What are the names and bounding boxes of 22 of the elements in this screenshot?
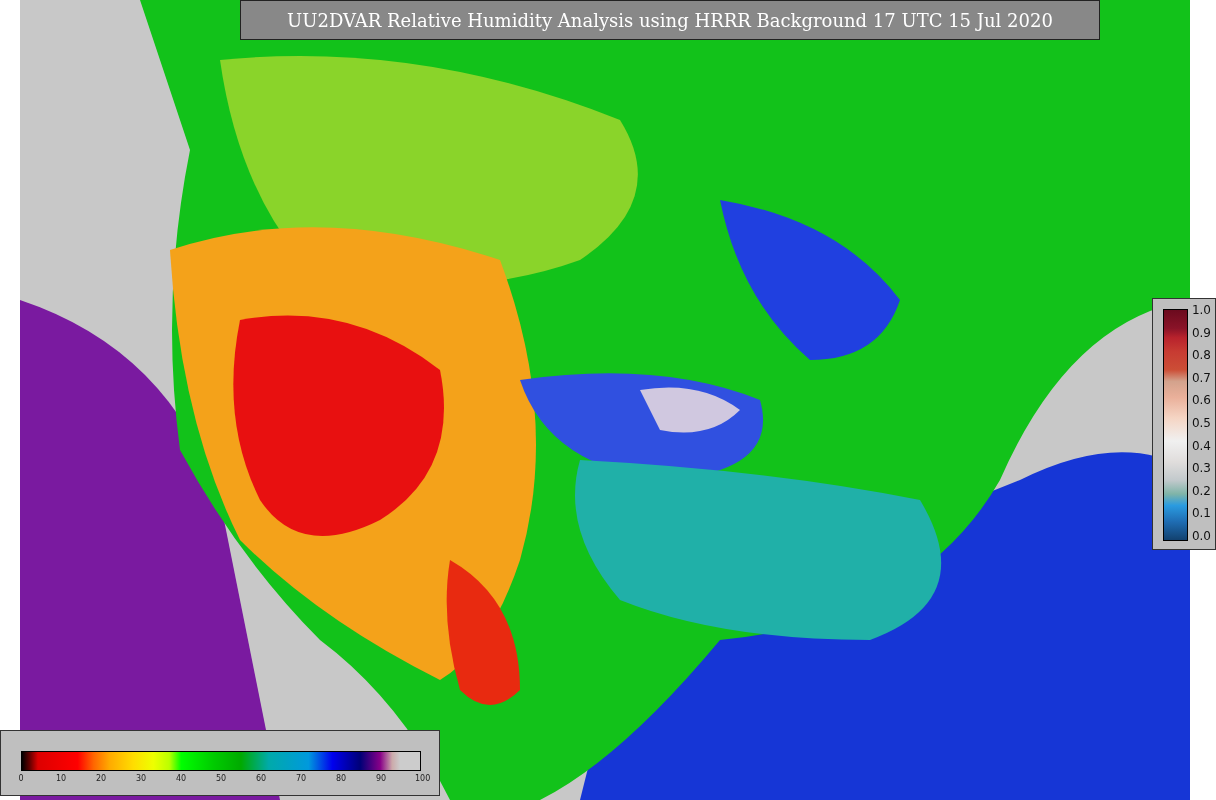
tick-label: 50 (215, 774, 227, 783)
tick-label: 40 (175, 774, 187, 783)
tick-label: 30 (135, 774, 147, 783)
tick-label: 0.2 (1191, 483, 1211, 498)
tick-label: 0 (17, 774, 25, 783)
tick-label: 60 (255, 774, 267, 783)
tick-label: 20 (95, 774, 107, 783)
tick-label: 0.8 (1191, 348, 1211, 363)
map-title: UU2DVAR Relative Humidity Analysis using HRRR Background 17 UTC 15 Jul 2020 (240, 0, 1100, 40)
tick-label: 80 (335, 774, 347, 783)
tick-label: 0.4 (1191, 438, 1211, 453)
tick-label: 0.5 (1191, 415, 1211, 430)
tick-label: 0.9 (1191, 325, 1211, 340)
tick-label: 0.7 (1191, 370, 1211, 385)
tick-label: 0.0 (1191, 528, 1211, 543)
tick-label: 90 (375, 774, 387, 783)
tick-label: 0.1 (1191, 506, 1211, 521)
tick-label: 0.3 (1191, 461, 1211, 476)
tick-label: 70 (295, 774, 307, 783)
tick-label: 10 (55, 774, 67, 783)
tick-label: 0.6 (1191, 393, 1211, 408)
tick-label: 1.0 (1191, 303, 1211, 317)
